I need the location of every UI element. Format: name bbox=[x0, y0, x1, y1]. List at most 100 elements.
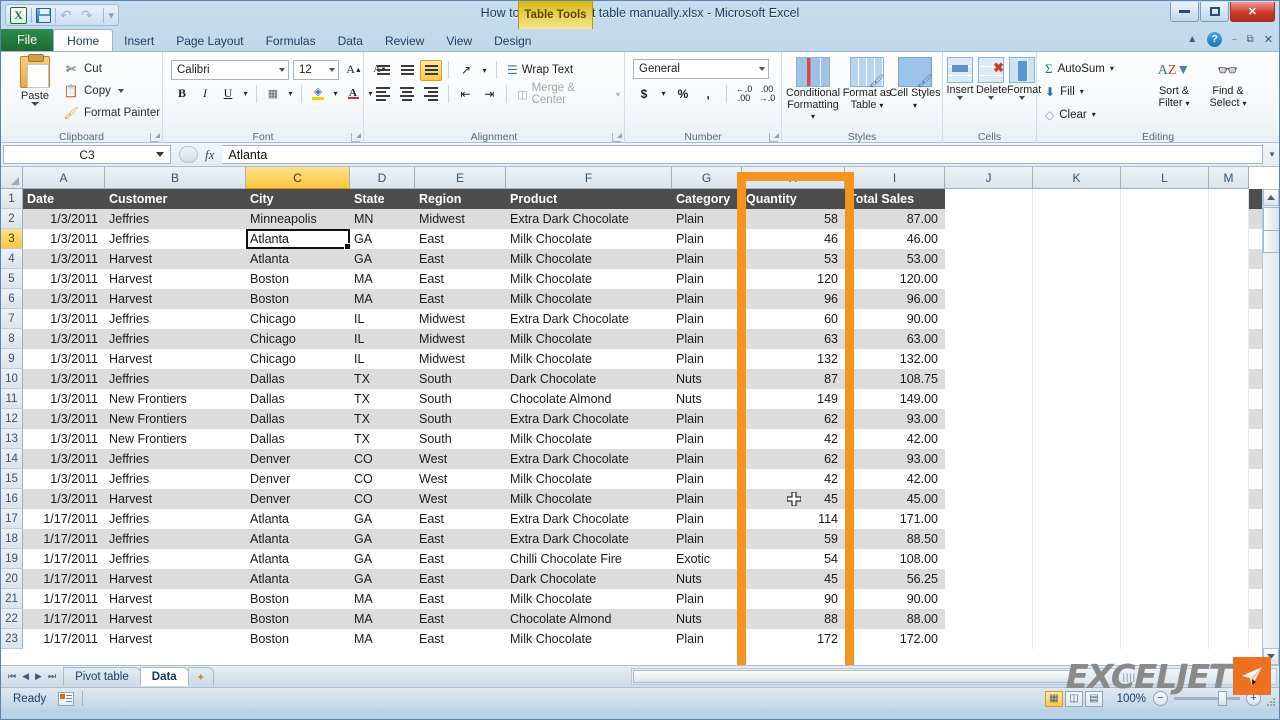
cell-B7[interactable]: Jeffries bbox=[105, 309, 246, 329]
empty-cell[interactable] bbox=[1033, 229, 1121, 249]
row-header-6[interactable]: 6 bbox=[1, 289, 23, 309]
row-headers[interactable]: 1 2 3 4 5 6 7 8 9 10 11 12 13 14 15 16 17 18 19 20 21 22 23 bbox=[1, 189, 23, 649]
cell-E22[interactable]: East bbox=[415, 609, 506, 629]
table-row[interactable]: 1/3/2011 Jeffries Denver CO West Extra Dark C… bbox=[23, 449, 1262, 469]
empty-cell[interactable] bbox=[1121, 189, 1209, 209]
page-layout-view-button[interactable]: ◫ bbox=[1065, 690, 1083, 707]
empty-cell[interactable] bbox=[1033, 489, 1121, 509]
column-header-m[interactable]: M bbox=[1209, 167, 1249, 189]
zoom-slider[interactable]: − + bbox=[1153, 691, 1261, 707]
view-buttons[interactable]: ▦ ◫ ▤ bbox=[1045, 690, 1103, 707]
row-header-17[interactable]: 17 bbox=[1, 509, 23, 529]
cell-D7[interactable]: IL bbox=[350, 309, 415, 329]
cell-E9[interactable]: Midwest bbox=[415, 349, 506, 369]
prev-sheet-icon[interactable]: ◀ bbox=[22, 671, 29, 682]
column-title-date[interactable]: Date bbox=[23, 189, 105, 209]
empty-cell[interactable] bbox=[945, 289, 1033, 309]
collapse-ribbon-icon[interactable]: ▲ bbox=[1187, 34, 1197, 45]
cell-C10[interactable]: Dallas bbox=[246, 369, 350, 389]
fill-color-button[interactable]: ◈ bbox=[307, 83, 329, 104]
cell-E8[interactable]: Midwest bbox=[415, 329, 506, 349]
align-middle-icon[interactable] bbox=[396, 60, 418, 81]
cancel-formula-button[interactable] bbox=[179, 146, 198, 163]
cell-G9[interactable]: Plain bbox=[672, 349, 742, 369]
minimize-workbook-icon[interactable]: ⎯ bbox=[1232, 34, 1237, 45]
empty-cell[interactable] bbox=[945, 469, 1033, 489]
comma-style-button[interactable]: , bbox=[697, 83, 719, 104]
empty-cell[interactable] bbox=[1121, 429, 1209, 449]
vertical-scrollbar[interactable] bbox=[1262, 189, 1279, 665]
cell-H4[interactable]: 53 bbox=[742, 249, 845, 269]
empty-cell[interactable] bbox=[1209, 269, 1249, 289]
page-break-preview-button[interactable]: ▤ bbox=[1085, 690, 1103, 707]
autosum-button[interactable]: Σ AutoSum ▾ bbox=[1045, 57, 1114, 80]
cell-F18[interactable]: Extra Dark Chocolate bbox=[506, 529, 672, 549]
cell-F3[interactable]: Milk Chocolate bbox=[506, 229, 672, 249]
cell-E18[interactable]: East bbox=[415, 529, 506, 549]
cell-E21[interactable]: East bbox=[415, 589, 506, 609]
empty-cell[interactable] bbox=[1209, 409, 1249, 429]
column-title-product[interactable]: Product bbox=[506, 189, 672, 209]
empty-cell[interactable] bbox=[1033, 549, 1121, 569]
align-left-icon[interactable] bbox=[372, 84, 394, 105]
help-icon[interactable]: ? bbox=[1207, 32, 1223, 47]
empty-cell[interactable] bbox=[1121, 389, 1209, 409]
redo-icon[interactable]: ↷ bbox=[81, 7, 100, 24]
cell-C23[interactable]: Boston bbox=[246, 629, 350, 649]
cell-I5[interactable]: 120.00 bbox=[845, 269, 945, 289]
borders-button[interactable]: ▦ bbox=[262, 83, 284, 104]
table-row[interactable]: 1/3/2011 Jeffries Minneapolis MN Midwest Extr… bbox=[23, 209, 1262, 229]
cell-D22[interactable]: MA bbox=[350, 609, 415, 629]
row-header-16[interactable]: 16 bbox=[1, 489, 23, 509]
cell-B21[interactable]: Harvest bbox=[105, 589, 246, 609]
cell-D13[interactable]: TX bbox=[350, 429, 415, 449]
cell-H8[interactable]: 63 bbox=[742, 329, 845, 349]
cell-D3[interactable]: GA bbox=[350, 229, 415, 249]
table-row[interactable]: 1/3/2011 New Frontiers Dallas TX South Extra … bbox=[23, 409, 1262, 429]
cell-F17[interactable]: Extra Dark Chocolate bbox=[506, 509, 672, 529]
cell-styles-button[interactable]: 🖌 Cell Styles ▾ bbox=[886, 57, 944, 111]
cell-C12[interactable]: Dallas bbox=[246, 409, 350, 429]
cell-A7[interactable]: 1/3/2011 bbox=[23, 309, 105, 329]
cell-F5[interactable]: Milk Chocolate bbox=[506, 269, 672, 289]
empty-cell[interactable] bbox=[1033, 469, 1121, 489]
table-row[interactable]: 1/3/2011 Harvest Denver CO West Milk Chocolat… bbox=[23, 489, 1262, 509]
empty-cell[interactable] bbox=[945, 609, 1033, 629]
font-color-button[interactable]: A bbox=[342, 83, 364, 104]
cell-H7[interactable]: 60 bbox=[742, 309, 845, 329]
next-sheet-icon[interactable]: ▶ bbox=[35, 671, 42, 682]
cell-H2[interactable]: 58 bbox=[742, 209, 845, 229]
cell-F14[interactable]: Extra Dark Chocolate bbox=[506, 449, 672, 469]
row-header-14[interactable]: 14 bbox=[1, 449, 23, 469]
cell-G14[interactable]: Plain bbox=[672, 449, 742, 469]
cell-F6[interactable]: Milk Chocolate bbox=[506, 289, 672, 309]
cell-E16[interactable]: West bbox=[415, 489, 506, 509]
cell-C11[interactable]: Dallas bbox=[246, 389, 350, 409]
cell-D8[interactable]: IL bbox=[350, 329, 415, 349]
cell-D12[interactable]: TX bbox=[350, 409, 415, 429]
save-icon[interactable] bbox=[36, 7, 51, 23]
column-header-h[interactable]: H bbox=[742, 167, 845, 189]
find-select-button[interactable]: 👓 Find & Select ▾ bbox=[1203, 56, 1253, 109]
cell-D2[interactable]: MN bbox=[350, 209, 415, 229]
align-right-icon[interactable] bbox=[420, 84, 442, 105]
cell-C5[interactable]: Boston bbox=[246, 269, 350, 289]
cell-G19[interactable]: Exotic bbox=[672, 549, 742, 569]
cell-A6[interactable]: 1/3/2011 bbox=[23, 289, 105, 309]
empty-cell[interactable] bbox=[945, 309, 1033, 329]
cell-I10[interactable]: 108.75 bbox=[845, 369, 945, 389]
cell-F2[interactable]: Extra Dark Chocolate bbox=[506, 209, 672, 229]
table-row[interactable]: 1/17/2011 Jeffries Atlanta GA East Extra Dark… bbox=[23, 509, 1262, 529]
empty-cell[interactable] bbox=[1033, 509, 1121, 529]
tab-design[interactable]: Design bbox=[483, 30, 542, 51]
cell-E23[interactable]: East bbox=[415, 629, 506, 649]
empty-cell[interactable] bbox=[1033, 189, 1121, 209]
row-header-2[interactable]: 2 bbox=[1, 209, 23, 229]
cell-D14[interactable]: CO bbox=[350, 449, 415, 469]
empty-cell[interactable] bbox=[1121, 589, 1209, 609]
normal-view-button[interactable]: ▦ bbox=[1045, 690, 1063, 707]
row-header-4[interactable]: 4 bbox=[1, 249, 23, 269]
grid-cells[interactable]: Date Customer City State Region Product Catego… bbox=[23, 189, 1262, 665]
empty-cell[interactable] bbox=[1209, 449, 1249, 469]
cell-G11[interactable]: Nuts bbox=[672, 389, 742, 409]
